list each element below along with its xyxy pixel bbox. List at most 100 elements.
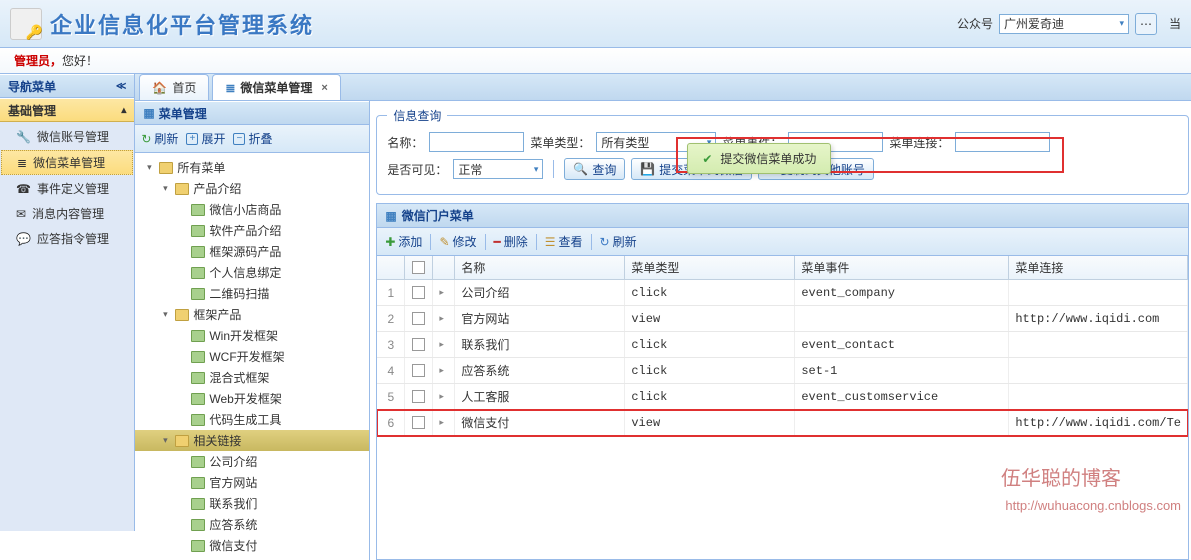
tree-node[interactable]: 应答系统 (135, 514, 369, 535)
grid-add-button[interactable]: ✚添加 (385, 233, 422, 250)
search-button[interactable]: 🔍查询 (564, 158, 625, 180)
tree-node[interactable]: ▾相关链接 (135, 430, 369, 451)
account-select[interactable]: 广州爱奇迪 (999, 14, 1129, 34)
row-checkbox[interactable] (405, 332, 433, 357)
tree-toggle-icon[interactable] (175, 393, 187, 405)
table-row[interactable]: 5 ▸ 人工客服 click event_customservice (377, 384, 1188, 410)
tree-node[interactable]: Web开发框架 (135, 388, 369, 409)
row-expand-icon[interactable]: ▸ (433, 280, 455, 305)
row-checkbox[interactable] (405, 306, 433, 331)
table-row[interactable]: 6 ▸ 微信支付 view http://www.iqidi.com/Te (377, 410, 1188, 436)
visible-select[interactable]: 正常 (453, 159, 543, 179)
tree-toggle-icon[interactable]: ▾ (143, 162, 155, 174)
tree-toggle-icon[interactable] (175, 477, 187, 489)
tab-wechat-menu[interactable]: ≣ 微信菜单管理 × (212, 74, 341, 100)
folder-icon (175, 435, 189, 447)
row-checkbox[interactable] (405, 384, 433, 409)
grid-edit-button[interactable]: ✎修改 (439, 233, 476, 250)
grid-delete-button[interactable]: ━删除 (494, 233, 528, 250)
tree-node[interactable]: 混合式框架 (135, 367, 369, 388)
check-icon: ✔ (702, 152, 712, 166)
tree-toggle-icon[interactable]: ▾ (159, 183, 171, 195)
sidebar-item[interactable]: 🔧微信账号管理 (0, 124, 134, 149)
name-input[interactable] (429, 132, 524, 152)
tree-node[interactable]: WCF开发框架 (135, 346, 369, 367)
tree-node[interactable]: 个人信息绑定 (135, 262, 369, 283)
tree-node[interactable]: 二维码扫描 (135, 283, 369, 304)
row-checkbox[interactable] (405, 280, 433, 305)
row-checkbox[interactable] (405, 410, 433, 435)
tree-node[interactable]: 软件产品介绍 (135, 220, 369, 241)
row-expand-icon[interactable]: ▸ (433, 384, 455, 409)
row-checkbox[interactable] (405, 358, 433, 383)
grid-check-all[interactable] (405, 256, 433, 279)
grid-refresh-button[interactable]: ↻刷新 (600, 233, 637, 250)
tree-node[interactable]: Win开发框架 (135, 325, 369, 346)
tree-toggle-icon[interactable] (175, 288, 187, 300)
tree-icon: ▦ (143, 106, 154, 120)
nav-item-icon: 🔧 (16, 130, 31, 144)
tree-toggle-icon[interactable]: ▾ (159, 309, 171, 321)
tree-toggle-icon[interactable] (175, 540, 187, 552)
tree-toggle-icon[interactable] (175, 330, 187, 342)
account-more-button[interactable]: ⋯ (1135, 13, 1157, 35)
tab-home[interactable]: 🏠 首页 (139, 74, 209, 100)
col-link[interactable]: 菜单连接 (1009, 256, 1188, 279)
tree-toggle-icon[interactable] (175, 414, 187, 426)
tree-toggle-icon[interactable] (175, 372, 187, 384)
sidebar-item[interactable]: ≣微信菜单管理 (1, 150, 133, 175)
col-name[interactable]: 名称 (455, 256, 625, 279)
row-expand-icon[interactable]: ▸ (433, 358, 455, 383)
nav-group-header[interactable]: 基础管理 ▴ (0, 98, 134, 122)
sidebar-item[interactable]: 💬应答指令管理 (0, 226, 134, 251)
app-title: 企业信息化平台管理系统 (50, 8, 314, 40)
tree-toggle-icon[interactable] (175, 246, 187, 258)
sidebar-item[interactable]: ☎事件定义管理 (0, 176, 134, 201)
row-expand-icon[interactable]: ▸ (433, 332, 455, 357)
tree-node[interactable]: 微信支付 (135, 535, 369, 556)
leaf-icon (191, 498, 205, 510)
tree-toggle-icon[interactable] (175, 204, 187, 216)
tree-toggle-icon[interactable] (175, 267, 187, 279)
link-input[interactable] (955, 132, 1050, 152)
tab-close-icon[interactable]: × (321, 82, 327, 94)
tree-collapse-button[interactable]: −折叠 (233, 130, 272, 147)
tree-node[interactable]: 联系我们 (135, 493, 369, 514)
tree-node[interactable]: 微信小店商品 (135, 199, 369, 220)
col-type[interactable]: 菜单类型 (625, 256, 795, 279)
folder-icon (159, 162, 173, 174)
tree-toggle-icon[interactable]: ▾ (159, 435, 171, 447)
search-icon: 🔍 (573, 162, 588, 176)
grid-view-button[interactable]: ☰查看 (545, 233, 583, 250)
table-row[interactable]: 3 ▸ 联系我们 click event_contact (377, 332, 1188, 358)
tree-refresh-button[interactable]: ↻刷新 (141, 130, 178, 147)
tree-node[interactable]: ▾所有菜单 (135, 157, 369, 178)
table-row[interactable]: 4 ▸ 应答系统 click set-1 (377, 358, 1188, 384)
delete-icon: ━ (494, 235, 501, 249)
tree-node[interactable]: 框架源码产品 (135, 241, 369, 262)
table-row[interactable]: 1 ▸ 公司介绍 click event_company (377, 280, 1188, 306)
tree-node[interactable]: 官方网站 (135, 472, 369, 493)
col-event[interactable]: 菜单事件 (795, 256, 1009, 279)
tree-toggle-icon[interactable] (175, 519, 187, 531)
leaf-icon (191, 225, 205, 237)
nav-item-icon: 💬 (16, 232, 31, 246)
tree-toggle-icon[interactable] (175, 498, 187, 510)
nav-group-collapse-icon[interactable]: ▴ (121, 105, 126, 116)
tree-node[interactable]: 公司介绍 (135, 451, 369, 472)
tree-label: 产品介绍 (193, 180, 241, 197)
sidebar-item[interactable]: ✉消息内容管理 (0, 201, 134, 226)
tree-toggle-icon[interactable] (175, 456, 187, 468)
row-expand-icon[interactable]: ▸ (433, 306, 455, 331)
view-icon: ☰ (545, 235, 556, 249)
tree-node[interactable]: ▾ 产品介绍 (135, 178, 369, 199)
tree-toggle-icon[interactable] (175, 351, 187, 363)
tree-node[interactable]: ▾框架产品 (135, 304, 369, 325)
tree-toggle-icon[interactable] (175, 225, 187, 237)
tree-node[interactable]: 代码生成工具 (135, 409, 369, 430)
leaf-icon (191, 393, 205, 405)
row-expand-icon[interactable]: ▸ (433, 410, 455, 435)
table-row[interactable]: 2 ▸ 官方网站 view http://www.iqidi.com (377, 306, 1188, 332)
tree-expand-button[interactable]: +展开 (186, 130, 225, 147)
nav-collapse-icon[interactable]: ≪ (116, 81, 126, 92)
